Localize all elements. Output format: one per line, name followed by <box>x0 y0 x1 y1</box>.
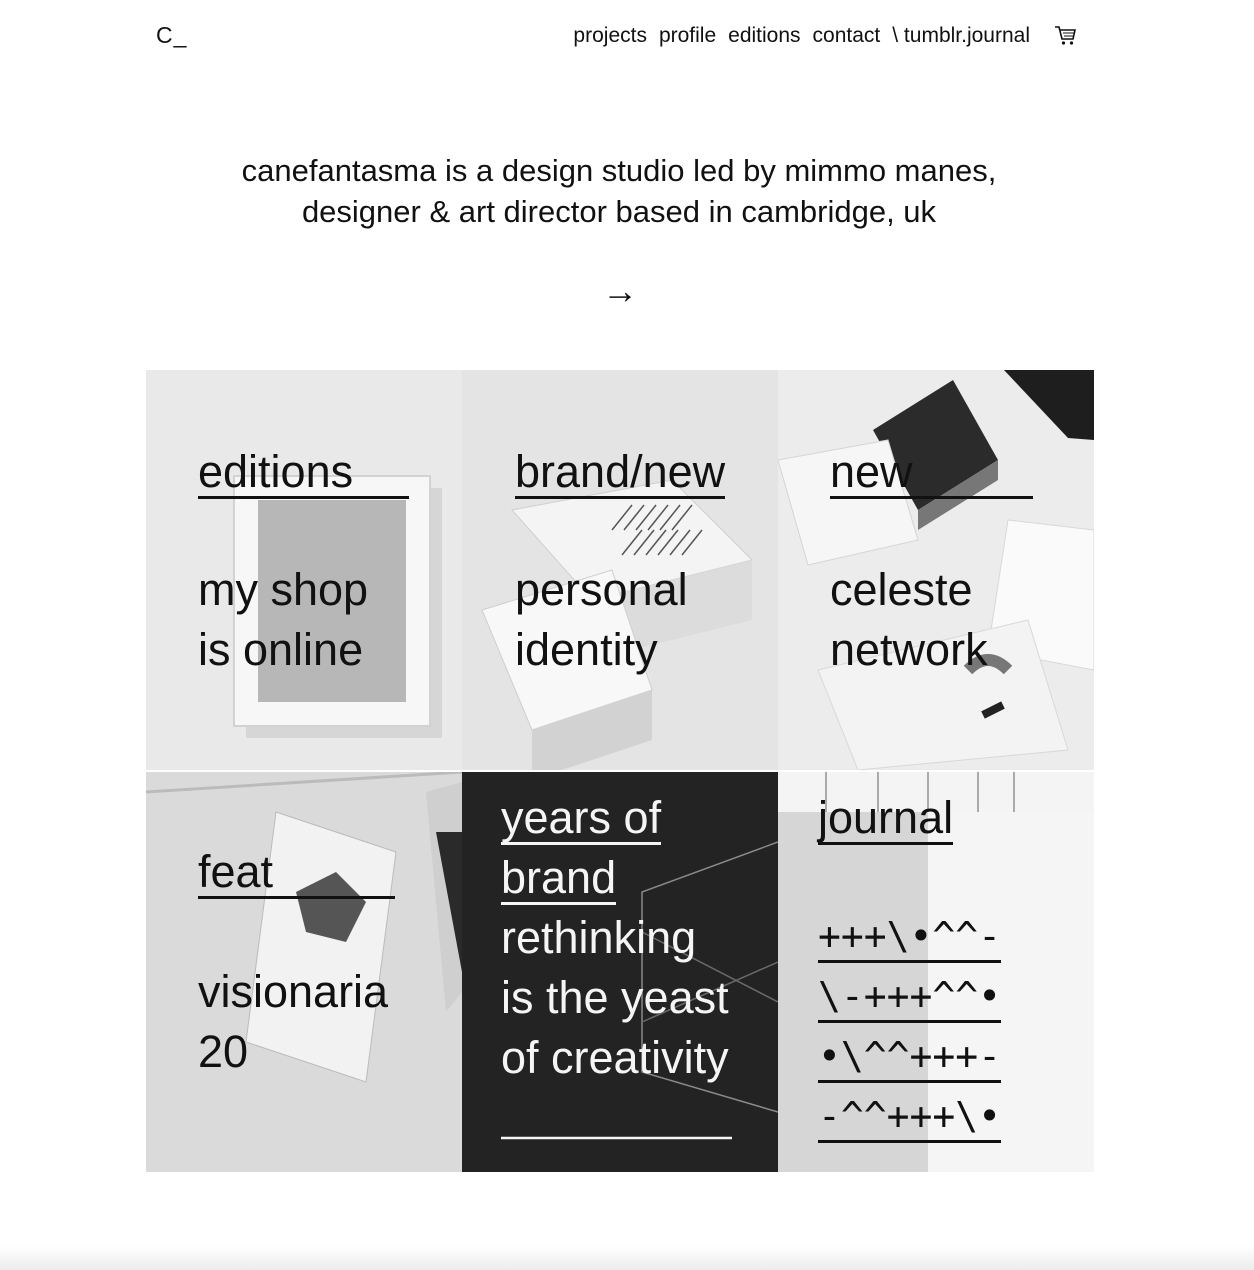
nav-projects[interactable]: projects <box>573 24 647 48</box>
tile-years-of-brand[interactable]: years of brand rethinking is the yeast o… <box>462 772 778 1172</box>
tile-visionaria-line-1: visionaria <box>198 966 389 1017</box>
tile-years-line-4: is the yeast <box>501 972 729 1023</box>
tile-brand-new-tag: brand/new <box>515 446 726 499</box>
tile-journal-symbols-4: -^^+++\• <box>818 1086 1002 1146</box>
tile-editions-line-2: is online <box>198 624 364 675</box>
tile-visionaria-tag: feat <box>198 842 396 902</box>
tile-journal-symbols-3: •\^^+++- <box>818 1026 1002 1086</box>
tile-brand-new-line-1: personal <box>515 564 688 615</box>
cart-icon[interactable] <box>1054 24 1078 48</box>
cart-glyph <box>1055 26 1076 45</box>
tile-brand-new[interactable]: brand/new personal identity <box>462 370 778 770</box>
tile-celeste-tag: new <box>830 442 1033 502</box>
tile-brand-new-line-2: identity <box>515 624 658 675</box>
tile-years-line-5: of creativity <box>501 1032 729 1083</box>
intro-line-2: designer & art director based in cambrid… <box>301 194 937 229</box>
intro-line-1: canefantasma is a design studio led by m… <box>241 153 997 188</box>
tile-journal-symbols-2: \-+++^^• <box>818 966 1002 1026</box>
tile-years-line-1: years of <box>501 792 662 845</box>
project-grid: editions my shop is online brand/new per… <box>146 370 1094 1172</box>
site-header: C_ projects profile editions contact \ t… <box>0 0 1254 72</box>
nav-profile[interactable]: profile <box>659 24 716 48</box>
tile-years-line-3: rethinking <box>501 912 697 963</box>
tile-visionaria-line-2: 20 <box>198 1026 249 1077</box>
logo[interactable]: C_ <box>156 22 187 49</box>
tile-visionaria[interactable]: feat visionaria 20 <box>146 772 462 1172</box>
intro-text: canefantasma is a design studio led by m… <box>0 150 1238 232</box>
tile-celeste-line-1: celeste <box>830 564 973 615</box>
nav-contact[interactable]: contact <box>813 24 881 48</box>
main-nav: projects profile editions contact \ tumb… <box>573 24 1030 48</box>
tile-celeste-network[interactable]: new celeste network <box>778 370 1094 770</box>
nav-tumblr-journal[interactable]: \ tumblr.journal <box>892 24 1030 48</box>
tile-editions-tag: editions <box>198 442 410 502</box>
tile-years-line-2: brand <box>501 852 617 905</box>
tile-editions-line-1: my shop <box>198 564 369 615</box>
tile-journal[interactable]: journal +++\•^^- \-+++^^• •\^^+++- -^^++… <box>778 772 1094 1172</box>
tile-editions[interactable]: editions my shop is online <box>146 370 462 770</box>
tile-journal-symbols-1: +++\•^^- <box>818 906 1002 966</box>
footer-strip <box>0 1246 1254 1270</box>
arrow-right-icon[interactable]: → <box>600 270 640 312</box>
tile-celeste-line-2: network <box>830 624 988 675</box>
nav-editions[interactable]: editions <box>728 24 800 48</box>
tile-journal-tag: journal <box>818 792 954 845</box>
